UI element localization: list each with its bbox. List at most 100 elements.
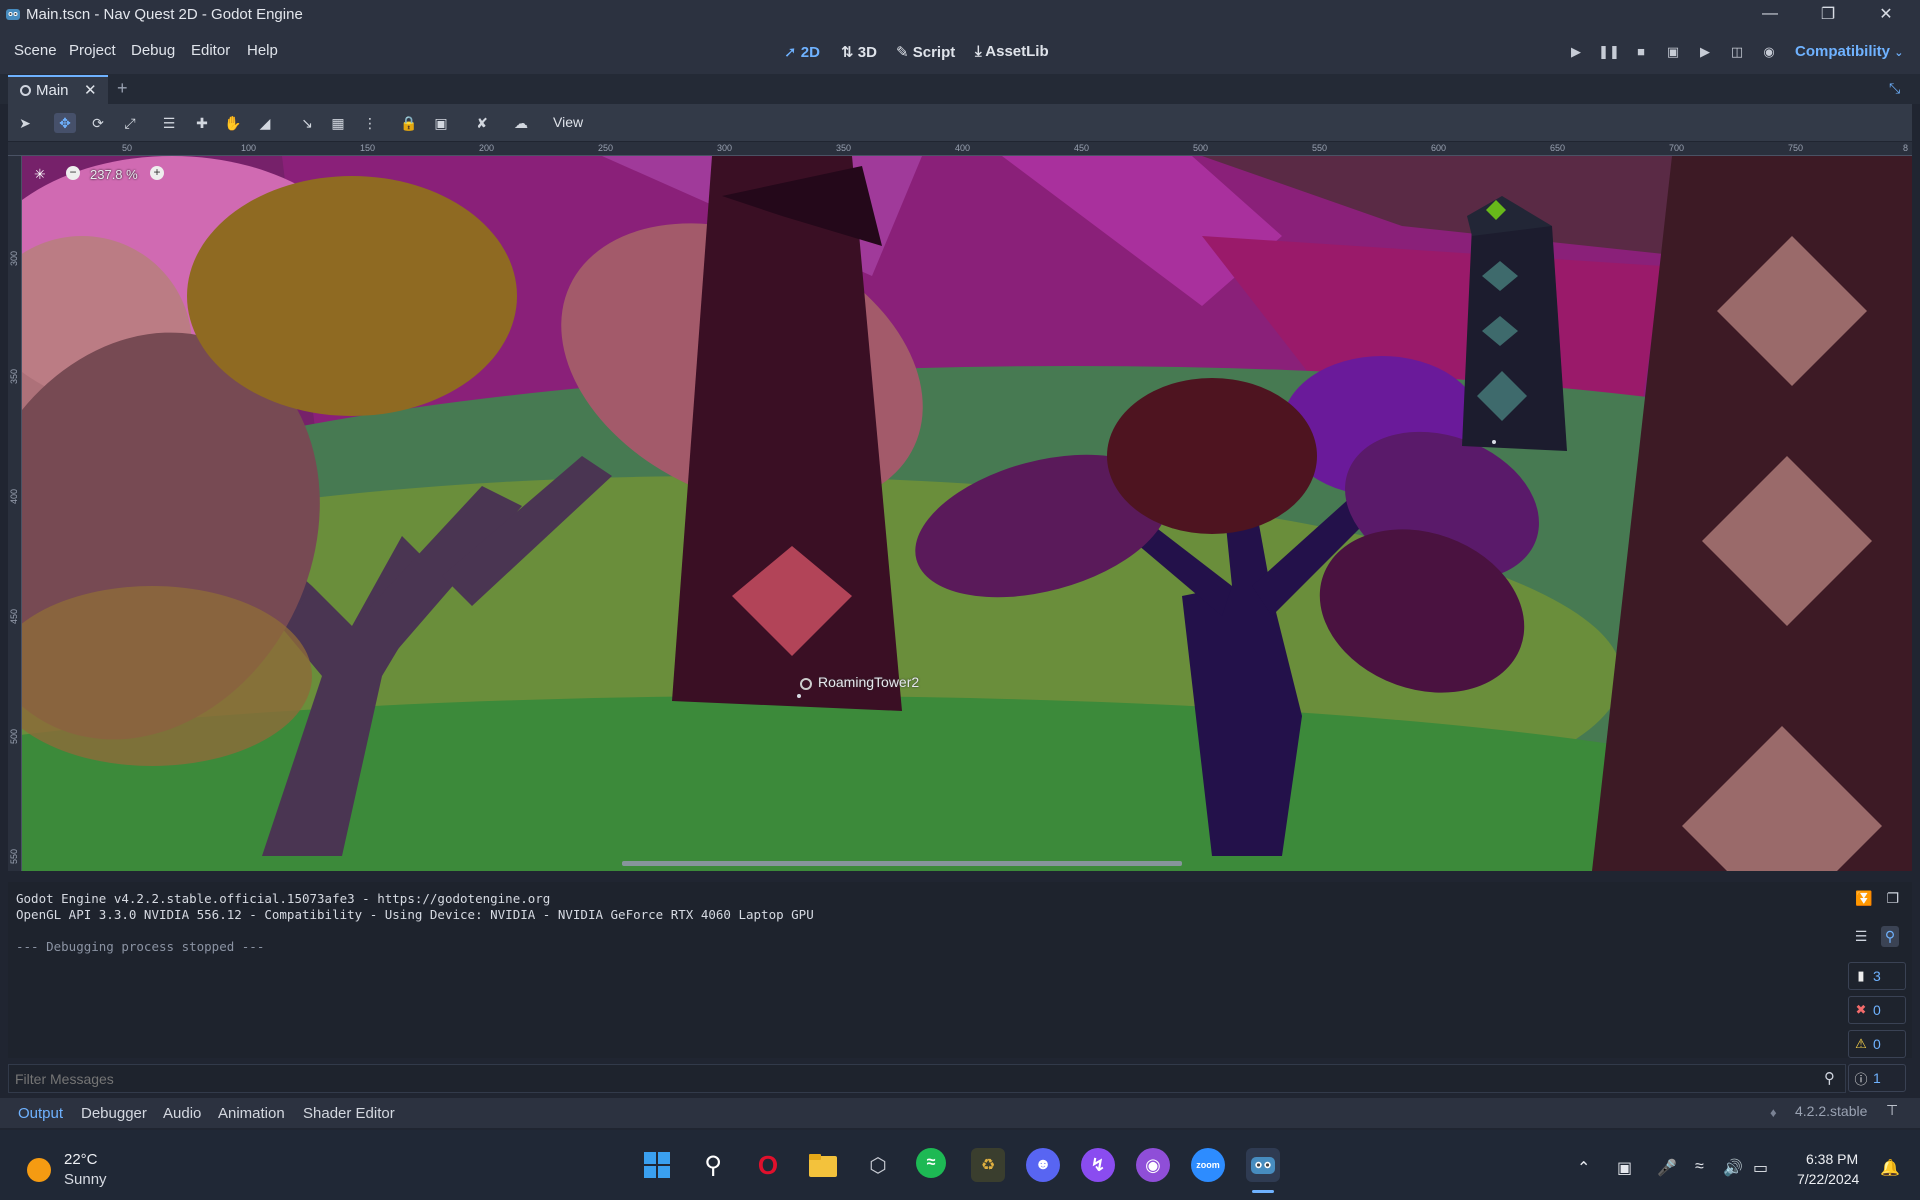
menu-debug[interactable]: Debug [131, 42, 175, 59]
smart-snap-icon[interactable]: ↘ [296, 113, 318, 133]
renderer-select[interactable]: Compatibility ⌄ [1795, 43, 1903, 60]
search-toggle-icon[interactable]: ⚲ [1880, 925, 1900, 947]
select-tool-icon[interactable]: ➤ [14, 113, 36, 133]
zoom-in-icon[interactable]: + [150, 166, 164, 180]
minimize-icon[interactable]: — [1742, 0, 1798, 28]
tab-animation[interactable]: Animation [218, 1105, 285, 1122]
github-icon[interactable]: ◉ [1136, 1148, 1170, 1182]
close-tab-icon[interactable]: ✕ [84, 81, 97, 99]
ruler-tick: 650 [1550, 143, 1566, 153]
output-log[interactable]: Godot Engine v4.2.2.stable.official.1507… [8, 882, 1912, 1058]
movie-maker-icon[interactable]: ◉ [1756, 44, 1782, 62]
lock-icon[interactable]: 🔒 [398, 113, 420, 133]
menu-project[interactable]: Project [69, 42, 116, 59]
restore-icon[interactable]: ❐ [1800, 0, 1856, 28]
scale-tool-icon[interactable]: ⤢ [119, 113, 141, 133]
workspace-assetlib-button[interactable]: ⤓ AssetLib [975, 43, 1049, 60]
pivot-icon[interactable]: ✚ [191, 113, 213, 133]
workspace-2d-button[interactable]: ➚ 2D [784, 43, 820, 61]
canvas-viewport[interactable]: RoamingTower2 [22, 156, 1912, 871]
tab-shader-editor[interactable]: Shader Editor [303, 1105, 395, 1122]
filter-messages-button[interactable]: ▮ 3 [1848, 962, 1906, 990]
play-custom-scene-icon[interactable]: ◫ [1724, 44, 1750, 62]
ruler-tick: 550 [1312, 143, 1328, 153]
remote-debug-icon[interactable]: ▣ [1660, 44, 1686, 62]
start-windows-icon[interactable] [640, 1148, 674, 1182]
zoom-icon[interactable]: zoom [1191, 1148, 1225, 1182]
clock-date[interactable]: 7/22/2024 [1797, 1171, 1859, 1187]
notification-bell-icon[interactable]: 🔔 [1880, 1158, 1900, 1178]
scene-artwork [22, 156, 1912, 871]
view-menu[interactable]: View [553, 114, 583, 130]
tray-app-icon[interactable]: ▣ [1617, 1158, 1632, 1178]
play-scene-icon[interactable]: ▶ [1692, 44, 1718, 62]
godot-update-icon: ♦ [1770, 1105, 1777, 1120]
weather-desc[interactable]: Sunny [64, 1171, 107, 1188]
log-line: Godot Engine v4.2.2.stable.official.1507… [16, 891, 551, 906]
vertical-ruler[interactable]: 300 350 400 450 500 550 [8, 156, 22, 871]
zoom-out-icon[interactable]: − [66, 166, 80, 180]
output-actions: ⏬ ❐ [1848, 884, 1906, 912]
node-label: RoamingTower2 [818, 674, 920, 690]
workspace-script-button[interactable]: ✎ Script [896, 43, 955, 61]
snap-options-icon[interactable]: ⋮ [359, 113, 381, 133]
horizontal-ruler[interactable]: 50 100 150 200 250 300 350 400 450 500 5… [8, 142, 1912, 156]
tray-overflow-icon[interactable]: ⌃ [1577, 1158, 1590, 1178]
clear-log-icon[interactable]: ⏬ [1855, 890, 1872, 907]
ruler-tool-icon[interactable]: ◢ [254, 113, 276, 133]
grid-snap-icon[interactable]: ▦ [327, 113, 349, 133]
zoom-level[interactable]: 237.8 % [90, 167, 138, 182]
center-view-icon[interactable]: ✳ [34, 166, 46, 183]
rotate-tool-icon[interactable]: ⟳ [87, 113, 109, 133]
bone-icon[interactable]: ✘ [471, 113, 493, 133]
menu-editor[interactable]: Editor [191, 42, 230, 59]
filter-errors-button[interactable]: ✖ 0 [1848, 996, 1906, 1024]
workspace-3d-button[interactable]: ⇅ 3D [841, 43, 877, 61]
move-tool-icon[interactable]: ✥ [54, 113, 76, 133]
ruler-tick: 400 [955, 143, 971, 153]
group-icon[interactable]: ▣ [430, 113, 452, 133]
play-project-icon[interactable]: ▶ [1563, 44, 1589, 62]
godot-taskbar-icon[interactable] [1246, 1148, 1280, 1182]
cloud-icon[interactable]: ☁ [510, 113, 532, 133]
info-count: 1 [1873, 1070, 1881, 1086]
volume-icon[interactable]: 🔊 [1723, 1158, 1743, 1178]
menu-help[interactable]: Help [247, 42, 278, 59]
add-tab-icon[interactable]: + [117, 78, 128, 99]
pin-panel-icon[interactable]: ⊤ [1886, 1102, 1898, 1119]
tab-audio[interactable]: Audio [163, 1105, 201, 1122]
log-line: --- Debugging process stopped --- [16, 939, 265, 954]
search-icon[interactable]: ⚲ [696, 1148, 730, 1182]
close-icon[interactable]: ✕ [1858, 0, 1914, 28]
version-label[interactable]: 4.2.2.stable [1795, 1103, 1867, 1119]
microphone-icon[interactable]: 🎤 [1657, 1158, 1677, 1178]
discord-icon[interactable]: ☻ [1026, 1148, 1060, 1182]
wifi-icon[interactable]: ≈ [1695, 1158, 1704, 1176]
tab-main[interactable]: Main ✕ [8, 75, 108, 104]
copy-icon[interactable]: ❐ [1886, 890, 1899, 907]
weather-temp[interactable]: 22°C [64, 1151, 98, 1168]
unity-hub-icon[interactable]: ⬡ [861, 1148, 895, 1182]
distraction-free-icon[interactable]: ⤡ [1889, 80, 1900, 97]
pan-tool-icon[interactable]: ✋ [222, 113, 244, 133]
filter-messages-field[interactable]: ⚲ [8, 1064, 1846, 1093]
filter-warnings-button[interactable]: ⚠ 0 [1848, 1030, 1906, 1058]
chevron-down-icon: ⌄ [1894, 47, 1904, 59]
collapse-icon[interactable]: ☰ [1855, 928, 1868, 945]
menu-scene[interactable]: Scene [14, 42, 57, 59]
spotify-icon[interactable]: ≈ [916, 1148, 946, 1178]
ruler-tick: 50 [122, 143, 133, 153]
tab-debugger[interactable]: Debugger [81, 1105, 147, 1122]
filter-messages-input[interactable] [15, 1069, 1795, 1089]
stop-icon[interactable]: ■ [1628, 44, 1654, 62]
game-launcher-icon[interactable]: ♻ [971, 1148, 1005, 1182]
opera-browser-icon[interactable]: O [751, 1148, 785, 1182]
battery-icon[interactable]: ▭ [1753, 1158, 1768, 1178]
list-select-icon[interactable]: ☰ [158, 113, 180, 133]
messenger-icon[interactable]: ↯ [1081, 1148, 1115, 1182]
file-explorer-icon[interactable] [806, 1148, 840, 1182]
clock-time[interactable]: 6:38 PM [1806, 1151, 1858, 1167]
tab-output[interactable]: Output [18, 1105, 63, 1122]
pause-icon[interactable]: ❚❚ [1596, 44, 1622, 62]
filter-info-button[interactable]: ⓘ 1 [1848, 1064, 1906, 1092]
